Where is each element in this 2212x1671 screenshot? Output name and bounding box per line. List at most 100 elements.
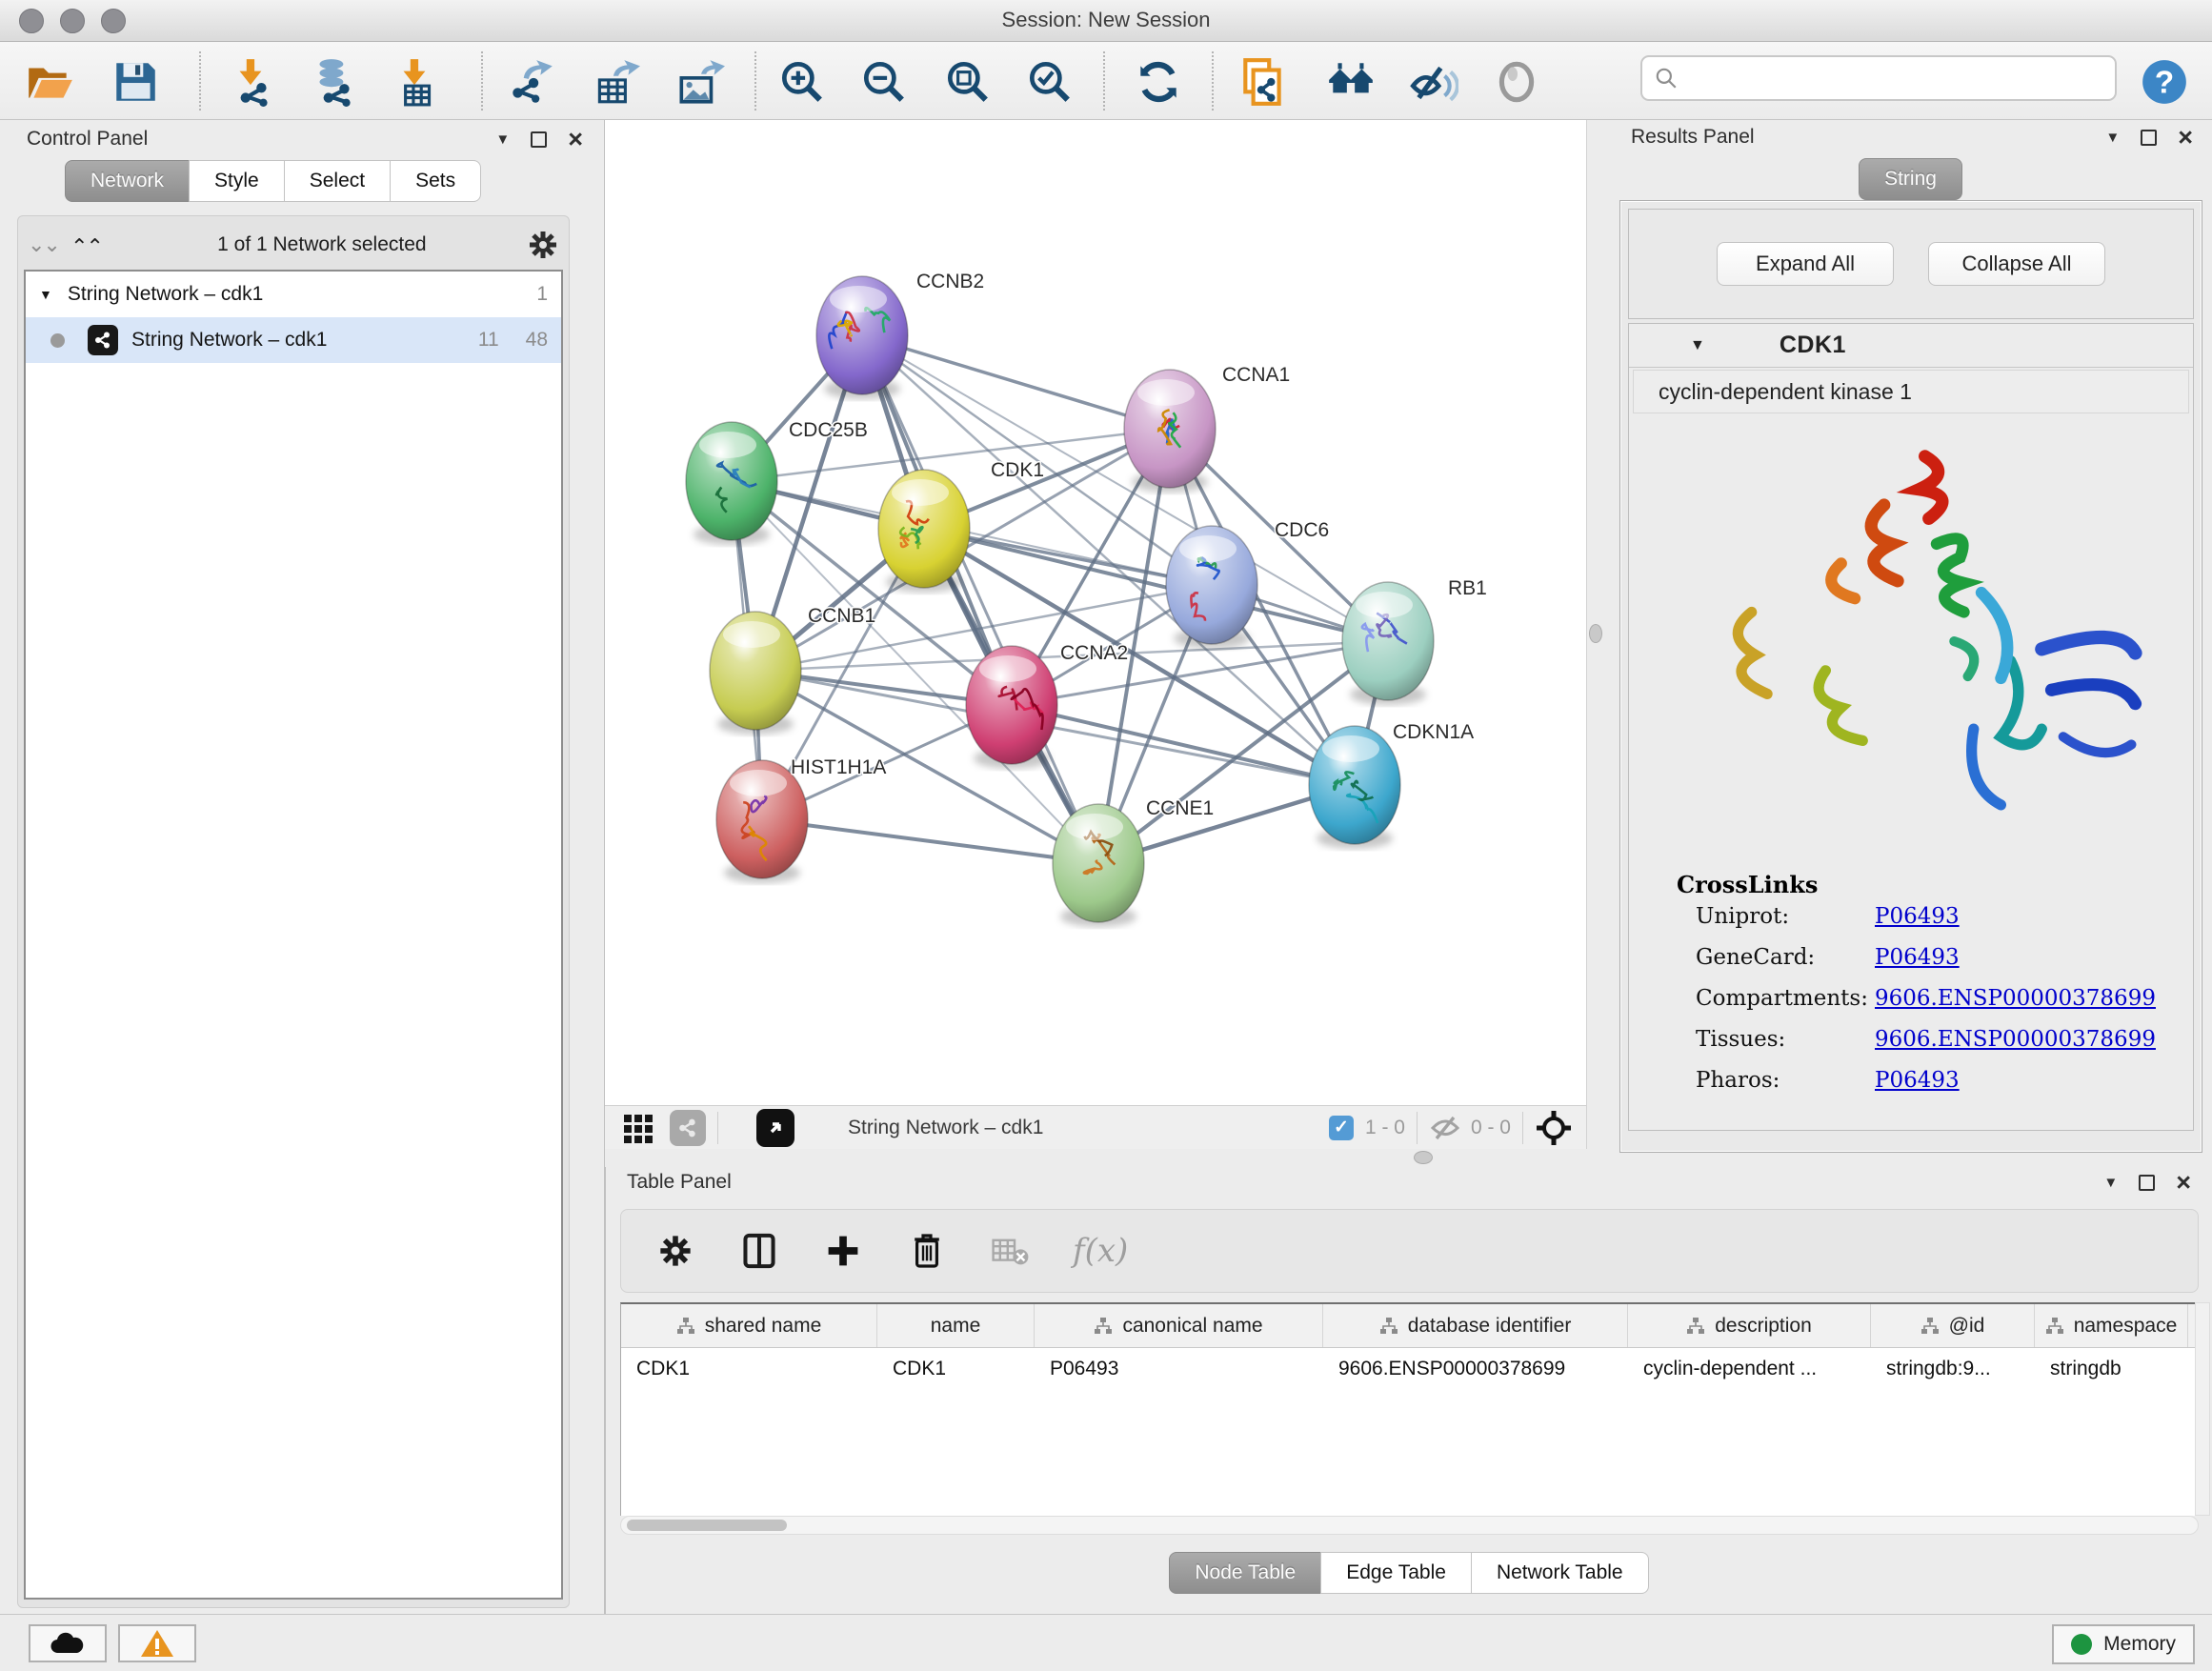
tab-string[interactable]: String — [1859, 158, 1962, 200]
zoom-in-button[interactable] — [774, 53, 831, 111]
splitter-handle[interactable] — [1414, 1151, 1433, 1164]
table-cell[interactable]: P06493 — [1035, 1348, 1323, 1390]
crosslink-link[interactable]: 9606.ENSP00000378699 — [1875, 1027, 2156, 1052]
expand-all-button[interactable]: Expand All — [1717, 242, 1894, 286]
network-options-gear-icon[interactable] — [527, 229, 559, 261]
node-CDK1[interactable]: CDK1 — [878, 459, 1044, 593]
import-network-from-database-button[interactable] — [305, 53, 362, 111]
results-panel-menu-button[interactable]: ▼ — [2105, 130, 2120, 146]
column-header-id[interactable]: @id — [1871, 1304, 2035, 1347]
export-image-button[interactable] — [671, 53, 728, 111]
tab-sets[interactable]: Sets — [390, 160, 481, 202]
apply-layout-button[interactable] — [1130, 53, 1187, 111]
table-vertical-scrollbar[interactable] — [2195, 1302, 2210, 1516]
collection-expand-icon[interactable]: ▼ — [39, 287, 52, 302]
memory-button[interactable]: Memory — [2052, 1624, 2195, 1664]
new-network-from-selection-button[interactable] — [1235, 53, 1292, 111]
table-panel-float-button[interactable] — [2139, 1175, 2155, 1191]
tab-node-table[interactable]: Node Table — [1169, 1552, 1321, 1594]
node-CDC6[interactable]: CDC6 — [1166, 519, 1329, 649]
splitter-handle[interactable] — [1589, 624, 1602, 643]
tab-edge-table[interactable]: Edge Table — [1320, 1552, 1472, 1594]
help-button[interactable]: ? — [2136, 53, 2193, 111]
network-collection-row[interactable]: ▼ String Network – cdk1 1 — [26, 272, 561, 317]
tab-network[interactable]: Network — [65, 160, 190, 202]
canvas-results-splitter[interactable] — [1586, 120, 1610, 1167]
edge-HIST1H1A-CCNE1[interactable] — [762, 819, 1098, 863]
table-cell[interactable]: stringdb — [2035, 1348, 2188, 1390]
table-horizontal-scrollbar[interactable] — [620, 1516, 2199, 1535]
first-neighbors-button[interactable] — [1322, 53, 1379, 111]
table-cell[interactable]: stringdb:9... — [1871, 1348, 2035, 1390]
show-all-button[interactable] — [1488, 53, 1545, 111]
edge-CCNB2-CCNE1[interactable] — [862, 335, 1098, 863]
zoom-fit-button[interactable] — [939, 53, 996, 111]
crosslink-link[interactable]: P06493 — [1875, 904, 1960, 929]
node-CDKN1A[interactable]: CDKN1A — [1309, 721, 1474, 849]
network-canvas[interactable]: CCNB2CCNA1CDC25BCDK1CDC6RB1CCNB1CCNA2CDK… — [605, 120, 1586, 1105]
add-column-icon[interactable] — [821, 1229, 865, 1273]
column-header-description[interactable]: description — [1628, 1304, 1871, 1347]
column-header-name[interactable]: name — [877, 1304, 1035, 1347]
delete-column-trash-icon[interactable] — [905, 1229, 949, 1273]
import-network-button[interactable] — [223, 53, 280, 111]
show-columns-icon[interactable] — [737, 1229, 781, 1273]
table-cell[interactable]: cyclin-dependent ... — [1628, 1348, 1871, 1390]
grid-view-icon[interactable] — [622, 1111, 656, 1145]
crosslink-link[interactable]: 9606.ENSP00000378699 — [1875, 986, 2156, 1011]
column-header-canonical-name[interactable]: canonical name — [1035, 1304, 1323, 1347]
entry-collapse-icon[interactable]: ▼ — [1690, 337, 1705, 354]
node-CCNE1[interactable]: CCNE1 — [1053, 797, 1214, 927]
column-header-shared-name[interactable]: shared name — [621, 1304, 877, 1347]
control-panel-float-button[interactable] — [531, 131, 547, 148]
edge-CCNA2-CDKN1A[interactable] — [1012, 705, 1355, 785]
node-CCNB1[interactable]: CCNB1 — [710, 605, 875, 735]
control-panel-menu-button[interactable]: ▼ — [495, 131, 510, 148]
hide-selected-button[interactable] — [1404, 53, 1461, 111]
node-CCNA1[interactable]: CCNA1 — [1124, 364, 1290, 493]
tab-select[interactable]: Select — [284, 160, 391, 202]
table-panel-menu-button[interactable]: ▼ — [2103, 1175, 2118, 1191]
export-network-button[interactable] — [503, 53, 560, 111]
table-cell[interactable]: 9606.ENSP00000378699 — [1323, 1348, 1628, 1390]
search-input[interactable] — [1688, 67, 2115, 91]
save-session-button[interactable] — [107, 53, 164, 111]
tab-style[interactable]: Style — [189, 160, 285, 202]
control-panel-close-button[interactable]: × — [568, 131, 583, 148]
results-panel-float-button[interactable] — [2141, 130, 2157, 146]
column-header-namespace[interactable]: namespace — [2035, 1304, 2188, 1347]
edge-CCNB2-CCNA1[interactable] — [862, 335, 1170, 429]
zoom-selected-button[interactable] — [1021, 53, 1078, 111]
selected-nodes-checkbox[interactable]: ✓ — [1329, 1116, 1354, 1140]
expand-all-networks-icon[interactable]: ⌄⌄ — [72, 232, 104, 257]
table-panel-close-button[interactable]: × — [2176, 1175, 2191, 1191]
protein-entry-header[interactable]: ▼ CDK1 — [1629, 324, 2193, 368]
network-graph[interactable]: CCNB2CCNA1CDC25BCDK1CDC6RB1CCNB1CCNA2CDK… — [605, 120, 1586, 1105]
node-CDC25B[interactable]: CDC25B — [686, 419, 868, 545]
birdseye-view-icon[interactable] — [756, 1109, 794, 1147]
table-options-gear-icon[interactable] — [654, 1229, 697, 1273]
network-view-share-icon[interactable] — [670, 1110, 706, 1146]
node-RB1[interactable]: RB1 — [1342, 577, 1487, 705]
table-cell[interactable]: CDK1 — [877, 1348, 1035, 1390]
results-panel-close-button[interactable]: × — [2178, 130, 2193, 146]
zoom-out-button[interactable] — [855, 53, 913, 111]
node-HIST1H1A[interactable]: HIST1H1A — [716, 756, 886, 883]
export-table-button[interactable] — [587, 53, 644, 111]
column-header-database-identifier[interactable]: database identifier — [1323, 1304, 1628, 1347]
open-session-button[interactable] — [21, 53, 78, 111]
collapse-all-networks-icon[interactable]: ⌄⌄ — [28, 232, 59, 257]
table-cell[interactable]: CDK1 — [621, 1348, 877, 1390]
network-row[interactable]: String Network – cdk1 11 48 — [26, 317, 561, 363]
scrollbar-thumb[interactable] — [627, 1520, 787, 1531]
import-table-button[interactable] — [387, 53, 444, 111]
crosslink-link[interactable]: P06493 — [1875, 945, 1960, 970]
node-CCNB2[interactable]: CCNB2 — [816, 271, 984, 399]
crosshair-target-icon[interactable] — [1535, 1109, 1573, 1147]
crosslink-link[interactable]: P06493 — [1875, 1068, 1960, 1093]
table-row[interactable]: CDK1CDK1P064939606.ENSP00000378699cyclin… — [621, 1348, 2198, 1390]
collapse-all-button[interactable]: Collapse All — [1928, 242, 2105, 286]
warnings-button[interactable] — [118, 1624, 196, 1662]
tab-network-table[interactable]: Network Table — [1471, 1552, 1649, 1594]
cloud-status-button[interactable] — [29, 1624, 107, 1662]
